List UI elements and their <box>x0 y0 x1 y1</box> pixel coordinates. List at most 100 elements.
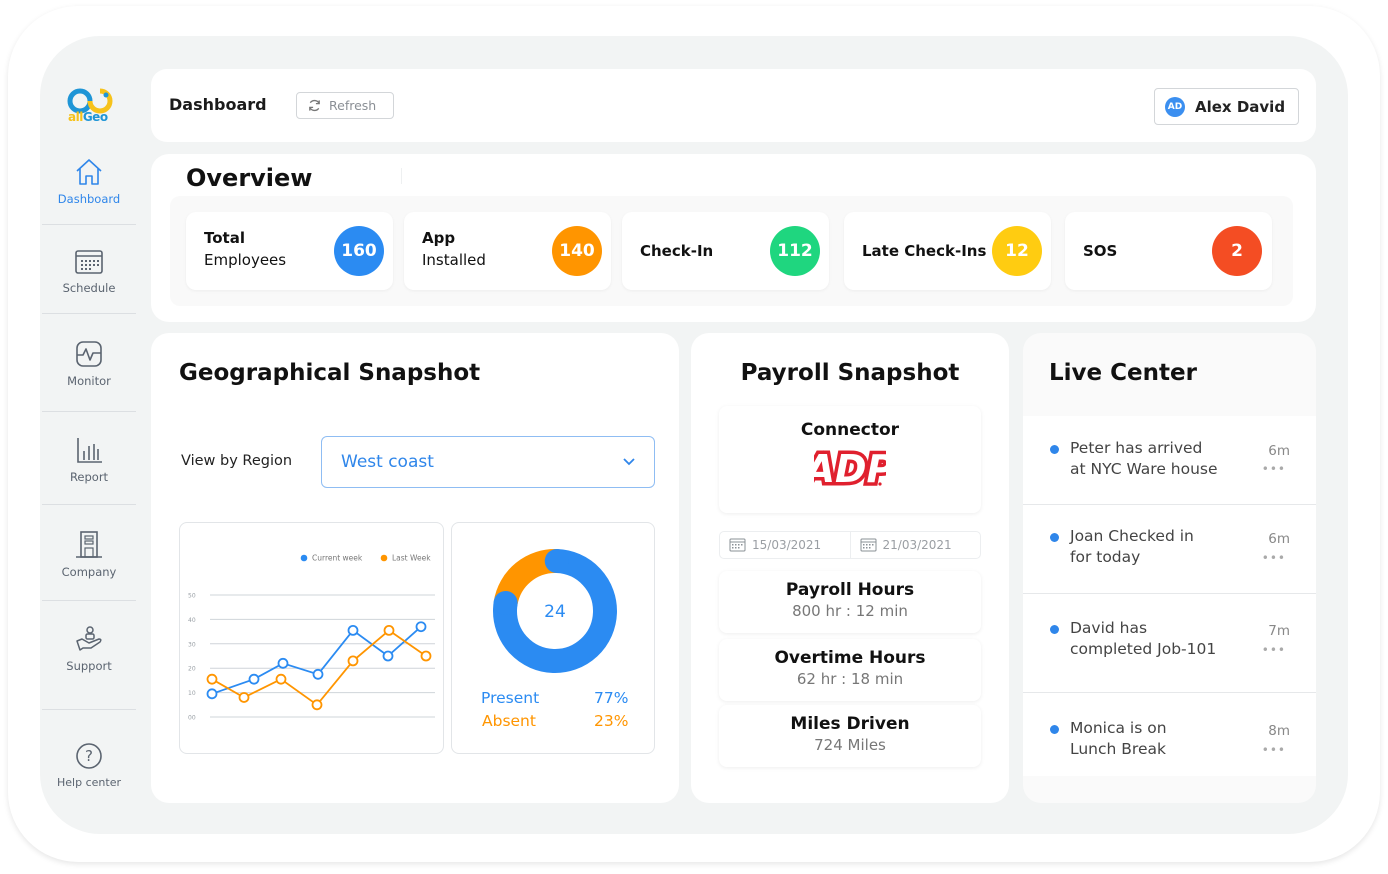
miles-driven-card: Miles Driven 724 Miles <box>719 705 981 767</box>
overview-panel: Overview Total Employees 160 App Installed… <box>151 154 1316 322</box>
sidebar-item-label: Support <box>66 659 112 673</box>
sidebar-item-label: Report <box>69 470 109 484</box>
payroll-snapshot-panel: Payroll Snapshot Connector ADP 15/03/202… <box>691 333 1009 803</box>
calendar-icon <box>75 250 103 274</box>
sidebar-item-label: Company <box>61 565 117 579</box>
present-legend-label: Present <box>481 689 540 707</box>
bar-chart-icon <box>77 438 102 463</box>
more-options-icon[interactable]: ••• <box>1262 643 1286 657</box>
line-chart-svg: 00 10 20 30 40 50 Current week Last Week <box>188 554 435 722</box>
live-feed-item[interactable]: Monica is on Lunch Break 8m ••• <box>1023 693 1316 776</box>
metric-value: 724 Miles <box>814 736 886 754</box>
more-options-icon[interactable]: ••• <box>1262 462 1286 476</box>
overview-title: Overview <box>186 164 313 192</box>
sidebar-item-report[interactable]: Report <box>42 434 136 484</box>
stat-label: Late Check-Ins <box>862 242 987 260</box>
donut-slice-cap <box>493 591 518 616</box>
absent-legend-label: Absent <box>482 712 536 730</box>
live-feed-item[interactable]: Peter has arrived at NYC Ware house 6m ••… <box>1023 416 1316 505</box>
refresh-label: Refresh <box>329 98 377 113</box>
status-dot <box>1050 725 1059 734</box>
legend-marker <box>300 554 308 562</box>
sidebar-item-schedule[interactable]: Schedule <box>42 245 136 295</box>
calendar-icon <box>729 538 746 552</box>
building-icon <box>76 531 102 558</box>
sidebar-item-help-center[interactable]: ? Help center <box>42 740 136 789</box>
page-title: Dashboard <box>169 95 267 114</box>
sidebar-divider <box>42 504 136 505</box>
region-select-value: West coast <box>341 452 434 472</box>
feed-time: 7m <box>1268 623 1290 639</box>
attendance-line-chart: 00 10 20 30 40 50 Current week Last Week <box>179 522 444 754</box>
date-to-field[interactable]: 21/03/2021 <box>849 532 981 558</box>
user-name: Alex David <box>1195 97 1286 116</box>
attendance-donut-chart: 24 Present 77% Absent 23% <box>451 522 655 754</box>
live-center-panel: Live Center Peter has arrived at NYC Ware… <box>1023 333 1316 803</box>
stat-card-total-employees[interactable]: Total Employees 160 <box>186 212 393 290</box>
y-tick-label: 40 <box>188 617 196 624</box>
connector-card[interactable]: Connector ADP <box>719 406 981 513</box>
sidebar-item-label: Schedule <box>62 281 116 295</box>
data-point <box>238 692 250 703</box>
refresh-button[interactable]: Refresh <box>296 92 394 119</box>
live-feed-item[interactable]: Joan Checked in for today 6m ••• <box>1023 505 1316 594</box>
panel-title: Payroll Snapshot <box>740 360 960 386</box>
more-options-icon[interactable]: ••• <box>1262 743 1286 757</box>
live-feed-item[interactable]: David has completed Job-101 7m ••• <box>1023 594 1316 693</box>
stat-card-late-check-ins[interactable]: Late Check-Ins 12 <box>844 212 1051 290</box>
y-tick-label: 30 <box>188 641 196 648</box>
overtime-hours-card: Overtime Hours 62 hr : 18 min <box>719 639 981 701</box>
panel-title: Live Center <box>1049 360 1197 386</box>
data-point <box>248 673 260 685</box>
status-dot <box>1050 625 1059 634</box>
svg-text:ADP: ADP <box>814 447 886 488</box>
y-tick-label: 00 <box>188 715 196 722</box>
data-point <box>382 650 394 662</box>
data-point <box>311 699 323 711</box>
stat-label: Check-In <box>640 242 714 260</box>
donut-chart-svg: 24 <box>493 549 617 673</box>
donut-slice-cap <box>544 549 569 574</box>
stat-card-app-installed[interactable]: App Installed 140 <box>404 212 611 290</box>
feed-text: David has completed Job-101 <box>1070 619 1217 658</box>
sidebar-item-label: Monitor <box>67 374 111 388</box>
sidebar-divider <box>42 600 136 601</box>
sidebar-item-dashboard[interactable]: Dashboard <box>42 152 136 224</box>
date-from-value: 15/03/2021 <box>752 538 822 552</box>
avatar: AD <box>1165 96 1185 117</box>
sidebar-divider <box>42 709 136 710</box>
metric-value: 800 hr : 12 min <box>792 602 908 620</box>
data-point <box>277 657 289 669</box>
calendar-icon <box>860 538 876 552</box>
stat-label: App Installed <box>422 229 486 269</box>
date-from-field[interactable]: 15/03/2021 <box>720 532 850 558</box>
sidebar-item-monitor[interactable]: Monitor <box>42 338 136 388</box>
metric-value: 62 hr : 18 min <box>796 670 904 688</box>
heartbeat-monitor-icon <box>76 341 102 367</box>
stat-badge: 12 <box>992 226 1042 276</box>
chevron-down-icon <box>623 458 635 466</box>
feed-time: 8m <box>1268 723 1290 739</box>
present-legend-value: 77% <box>594 689 629 707</box>
data-point <box>206 688 218 700</box>
connector-label: Connector <box>800 420 900 440</box>
sidebar-item-support[interactable]: Support <box>42 623 136 673</box>
adp-logo-icon: ADP <box>799 444 898 495</box>
user-menu-button[interactable]: AD Alex David <box>1154 88 1299 125</box>
absent-legend-value: 23% <box>594 712 629 730</box>
stat-label: SOS <box>1083 242 1118 260</box>
legend-label: Current week <box>312 554 363 563</box>
stat-card-check-in[interactable]: Check-In 112 <box>622 212 829 290</box>
sidebar-item-company[interactable]: Company <box>42 529 136 579</box>
stat-badge: 160 <box>334 226 384 276</box>
more-options-icon[interactable]: ••• <box>1262 551 1286 565</box>
sidebar-item-label: Dashboard <box>57 192 121 206</box>
y-tick-label: 10 <box>188 690 196 697</box>
region-select[interactable]: West coast <box>321 436 655 488</box>
data-point <box>347 655 359 667</box>
data-point <box>383 624 395 636</box>
live-feed-list: Peter has arrived at NYC Ware house 6m ••… <box>1023 416 1316 776</box>
sidebar-divider <box>42 411 136 412</box>
data-point <box>275 673 287 685</box>
stat-card-sos[interactable]: SOS 2 <box>1065 212 1272 290</box>
